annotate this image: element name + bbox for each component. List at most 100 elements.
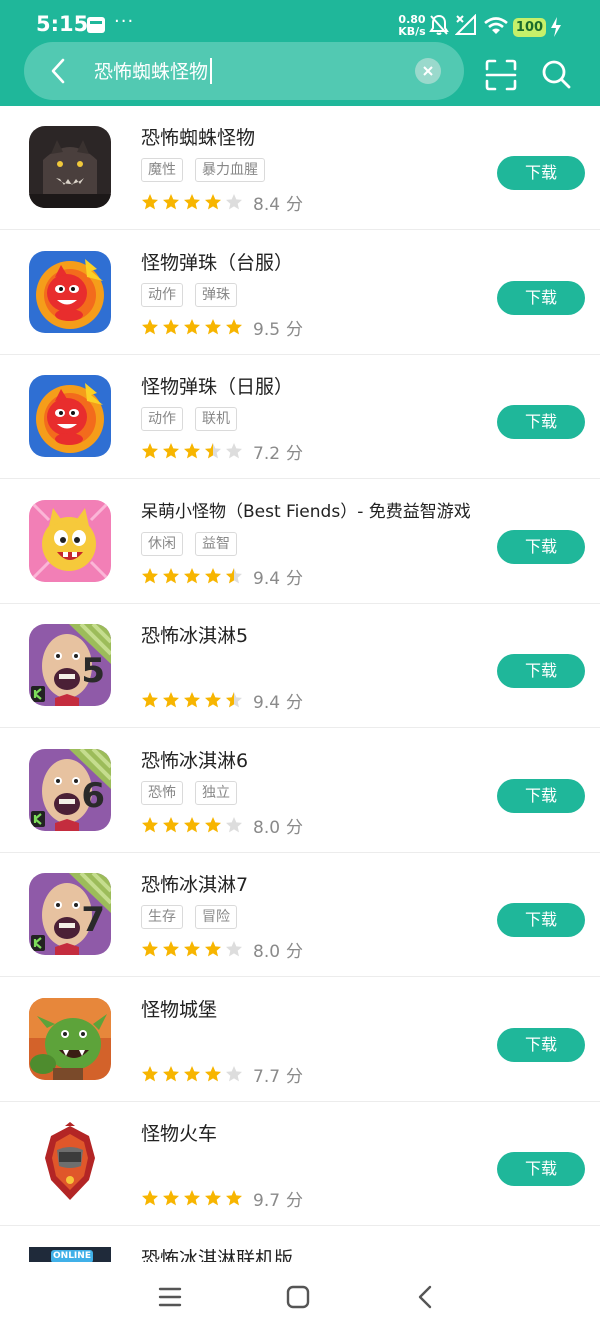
app-tag: 弹珠	[195, 282, 237, 307]
star-full-icon	[205, 941, 221, 957]
search-box[interactable]: 恐怖蜘蛛怪物	[24, 42, 464, 100]
app-tag: 动作	[141, 282, 183, 307]
star-full-icon	[184, 941, 200, 957]
download-button[interactable]: 下载	[497, 778, 585, 813]
back-icon[interactable]	[413, 1284, 439, 1310]
clear-search-icon[interactable]	[415, 58, 441, 84]
star-full-icon	[184, 1065, 200, 1081]
download-button[interactable]: 下载	[497, 529, 585, 564]
star-full-icon	[205, 567, 221, 583]
app-list-item[interactable]: 怪物弹珠（台服） 动作 弹珠 9.5 分下载	[0, 231, 600, 355]
app-list-item[interactable]: 怪物火车 9.7 分 下载	[0, 1102, 600, 1226]
svg-text:7: 7	[81, 900, 105, 940]
star-full-icon	[142, 816, 158, 832]
home-icon[interactable]	[285, 1284, 311, 1310]
app-name[interactable]: 恐怖冰淇淋5	[141, 621, 248, 648]
star-full-icon	[163, 1190, 179, 1206]
app-tag: 益智	[195, 531, 237, 556]
star-full-icon	[226, 1190, 242, 1206]
score-value: 9.5	[253, 319, 281, 340]
download-button[interactable]: 下载	[497, 903, 585, 937]
star-full-icon	[184, 318, 200, 334]
star-full-icon	[142, 318, 158, 334]
search-icon[interactable]	[540, 58, 572, 90]
star-full-icon	[142, 1065, 158, 1081]
star-full-icon	[163, 318, 179, 334]
spider-monster-icon[interactable]	[29, 126, 111, 208]
app-name[interactable]: 恐怖蜘蛛怪物	[141, 123, 255, 150]
app-name[interactable]: 怪物弹珠（台服）	[141, 248, 293, 275]
text-cursor	[210, 58, 212, 84]
download-button[interactable]: 下载	[497, 1152, 585, 1186]
app-score: 8.4 分	[253, 190, 303, 215]
app-tags: 动作 弹珠	[141, 282, 249, 307]
app-list-item[interactable]: 怪物城堡 7.7 分 下载	[0, 978, 600, 1102]
download-button[interactable]: 下载	[497, 1027, 585, 1062]
app-name[interactable]: 恐怖冰淇淋6	[141, 746, 248, 773]
app-name[interactable]: 呆萌小怪物（Best Fiends）- 免费益智游戏	[141, 497, 471, 522]
app-name[interactable]: 恐怖冰淇淋7	[141, 870, 248, 897]
more-notifications-indicator: ···	[114, 11, 135, 32]
app-name[interactable]: 怪物火车	[141, 1119, 217, 1146]
app-name[interactable]: 怪物弹珠（日服）	[141, 372, 293, 399]
star-full-icon	[205, 1190, 221, 1206]
app-list-item[interactable]: 6 恐怖冰淇淋6 恐怖 独立 8.0 分下载	[0, 729, 600, 853]
star-full-icon	[184, 692, 200, 708]
app-tag: 暴力血腥	[195, 158, 265, 182]
app-tag: 休闲	[141, 531, 183, 556]
monster-strike-icon[interactable]	[29, 250, 111, 333]
app-name[interactable]: 恐怖冰淇淋联机版	[141, 1244, 293, 1263]
app-tag: 恐怖	[141, 780, 183, 805]
ice-scream-5-icon[interactable]: 5	[29, 624, 111, 706]
monster-strike-icon[interactable]	[29, 375, 111, 457]
ice-scream-6-icon[interactable]: 6	[29, 748, 111, 831]
network-speed-unit: KB/s	[398, 25, 426, 38]
score-unit: 分	[286, 693, 304, 713]
star-full-icon	[142, 1190, 158, 1206]
app-list-item[interactable]: 7 恐怖冰淇淋7 生存 冒险 8.0 分下载	[0, 853, 600, 977]
ice-scream-online-icon[interactable]: ONLINE	[29, 1246, 111, 1262]
menu-icon[interactable]	[157, 1284, 183, 1310]
app-list-item[interactable]: 怪物弹珠（日服） 动作 联机 7.2 分下载	[0, 355, 600, 479]
download-button[interactable]: 下载	[497, 280, 585, 315]
app-list-item[interactable]: ONLINE 恐怖冰淇淋联机版	[0, 1227, 600, 1263]
score-value: 8.4	[253, 195, 281, 215]
app-list-item[interactable]: 5 恐怖冰淇淋5 9.4 分 下载	[0, 604, 600, 728]
app-list-item[interactable]: 呆萌小怪物（Best Fiends）- 免费益智游戏 休闲 益智 9.4 分下载	[0, 480, 600, 604]
star-half-icon	[205, 443, 221, 459]
scan-icon[interactable]	[484, 58, 518, 92]
ice-scream-7-icon[interactable]: 7	[29, 873, 111, 955]
star-full-icon	[163, 816, 179, 832]
back-arrow-icon[interactable]	[44, 56, 74, 86]
app-tags: 恐怖 独立	[141, 780, 249, 805]
star-full-icon	[163, 1065, 179, 1081]
star-full-icon	[163, 194, 179, 210]
star-empty-icon	[226, 1065, 242, 1081]
best-fiends-icon[interactable]	[29, 499, 111, 582]
score-unit: 分	[286, 942, 304, 962]
star-full-icon	[142, 941, 158, 957]
star-empty-icon	[226, 443, 242, 459]
star-full-icon	[184, 194, 200, 210]
app-list-item[interactable]: 恐怖蜘蛛怪物 魔性 暴力血腥 8.4 分 下载	[0, 106, 600, 230]
battery-level: 100	[513, 18, 546, 37]
star-full-icon	[205, 816, 221, 832]
star-full-icon	[184, 1190, 200, 1206]
score-value: 8.0	[253, 817, 281, 838]
star-full-icon	[142, 567, 158, 583]
network-speed: 0.80 KB/s	[396, 14, 428, 38]
star-full-icon	[226, 318, 242, 334]
score-unit: 分	[286, 568, 304, 589]
monster-castle-icon[interactable]	[29, 997, 111, 1080]
top-bar: 5:15 ··· 0.80 KB/s 100 恐怖蜘蛛怪物	[0, 0, 600, 106]
search-results-list[interactable]: 恐怖蜘蛛怪物 魔性 暴力血腥 8.4 分下载 怪物弹珠（台服） 动作 弹珠 9.5 分下载 怪物弹珠…	[0, 106, 600, 1262]
search-input[interactable]: 恐怖蜘蛛怪物	[94, 57, 208, 84]
download-button[interactable]: 下载	[497, 654, 585, 688]
monster-train-icon[interactable]	[29, 1122, 111, 1204]
star-full-icon	[142, 443, 158, 459]
download-button[interactable]: 下载	[497, 405, 585, 439]
app-name[interactable]: 怪物城堡	[141, 995, 217, 1022]
download-button[interactable]: 下载	[497, 156, 585, 190]
star-full-icon	[163, 567, 179, 583]
app-tags: 休闲 益智	[141, 531, 249, 556]
